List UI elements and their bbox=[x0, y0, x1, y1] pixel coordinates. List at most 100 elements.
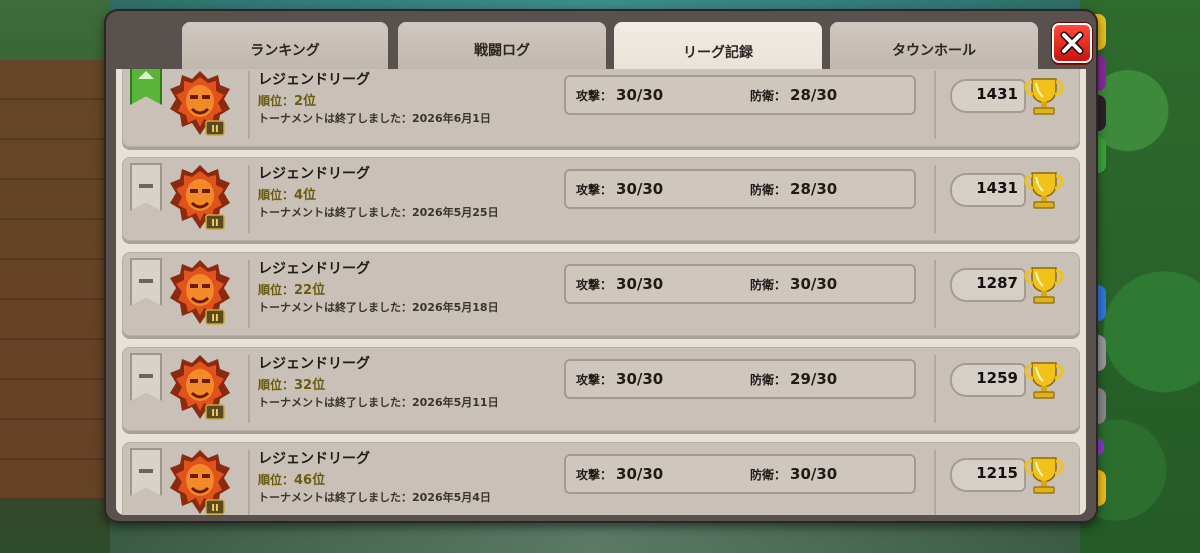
league-record-row: II レジェンドリーグ 順位：32位 トーナメントは終了しました：2026年5月… bbox=[122, 347, 1080, 431]
rank-label: 順位： bbox=[258, 94, 295, 108]
row-divider bbox=[934, 355, 936, 423]
badge-level-label: II bbox=[211, 313, 218, 324]
attack-defense-box: 攻撃： 30/30 防衛： 30/30 bbox=[564, 454, 916, 494]
attack-label: 攻撃： bbox=[576, 468, 613, 482]
trophy-icon bbox=[1024, 267, 1064, 304]
trophy-count: 1259 bbox=[976, 369, 1018, 387]
trophy-count: 1431 bbox=[976, 179, 1018, 197]
attack-stat: 攻撃： 30/30 bbox=[576, 465, 663, 483]
league-record-row: II レジェンドリーグ 順位：4位 トーナメントは終了しました：2026年5月2… bbox=[122, 157, 1080, 241]
attack-defense-box: 攻撃： 30/30 防衛： 28/30 bbox=[564, 169, 916, 209]
trophy-count-box: 1259 bbox=[950, 363, 1026, 397]
tab-town-hall-label: タウンホール bbox=[892, 43, 976, 59]
tab-ranking-label: ランキング bbox=[250, 43, 320, 59]
attack-defense-box: 攻撃： 30/30 防衛： 28/30 bbox=[564, 75, 916, 115]
trophy-icon bbox=[1024, 457, 1064, 494]
rank-label: 順位： bbox=[258, 188, 295, 202]
trophy-count-box: 1431 bbox=[950, 79, 1026, 113]
defense-value: 30/30 bbox=[790, 275, 838, 293]
attack-defense-box: 攻撃： 30/30 防衛： 30/30 bbox=[564, 264, 916, 304]
rank-line: 順位：22位 bbox=[258, 279, 325, 298]
legend-league-badge-icon: II bbox=[170, 450, 230, 515]
defense-stat: 防衛： 30/30 bbox=[750, 465, 837, 483]
attack-value: 30/30 bbox=[616, 370, 664, 388]
tab-battle-log-label: 戦闘ログ bbox=[474, 43, 530, 59]
trophy-count-box: 1287 bbox=[950, 268, 1026, 302]
rank-line: 順位：4位 bbox=[258, 184, 316, 203]
background-bottom-strip bbox=[110, 523, 1080, 553]
defense-value: 28/30 bbox=[790, 180, 838, 198]
row-divider bbox=[248, 450, 250, 515]
legend-league-badge-icon: II bbox=[170, 355, 230, 420]
league-name: レジェンドリーグ bbox=[258, 166, 370, 182]
rank-change-banner bbox=[130, 69, 162, 105]
rank-change-banner bbox=[130, 163, 162, 211]
trophy-icon bbox=[1024, 78, 1064, 115]
attack-stat: 攻撃： 30/30 bbox=[576, 370, 663, 388]
attack-value: 30/30 bbox=[616, 180, 664, 198]
row-divider bbox=[934, 71, 936, 139]
row-divider bbox=[934, 260, 936, 328]
league-record-row: II レジェンドリーグ 順位：22位 トーナメントは終了しました：2026年5月… bbox=[122, 252, 1080, 336]
trophy-icon bbox=[1024, 172, 1064, 209]
defense-label: 防衛： bbox=[750, 468, 787, 482]
league-history-window: ランキング 戦闘ログ リーグ記録 タウンホール II レジェンドリーグ 順位：2… bbox=[104, 9, 1098, 523]
attack-value: 30/30 bbox=[616, 465, 664, 483]
rank-line: 順位：46位 bbox=[258, 469, 325, 488]
defense-stat: 防衛： 28/30 bbox=[750, 86, 837, 104]
attack-defense-box: 攻撃： 30/30 防衛： 29/30 bbox=[564, 359, 916, 399]
trophy-count: 1431 bbox=[976, 85, 1018, 103]
attack-label: 攻撃： bbox=[576, 373, 613, 387]
tournament-ended-text: トーナメントは終了しました：2026年5月4日 bbox=[258, 491, 491, 504]
legend-league-badge-icon: II bbox=[170, 165, 230, 230]
legend-league-badge-icon: II bbox=[170, 71, 230, 136]
defense-label: 防衛： bbox=[750, 183, 787, 197]
rank-change-banner bbox=[130, 448, 162, 496]
badge-level-label: II bbox=[211, 124, 218, 135]
row-divider bbox=[934, 165, 936, 233]
league-record-row: II レジェンドリーグ 順位：46位 トーナメントは終了しました：2026年5月… bbox=[122, 442, 1080, 515]
rank-line: 順位：2位 bbox=[258, 90, 316, 109]
league-history-list[interactable]: II レジェンドリーグ 順位：2位 トーナメントは終了しました：2026年6月1… bbox=[116, 69, 1086, 515]
league-name: レジェンドリーグ bbox=[258, 261, 370, 277]
rank-change-banner bbox=[130, 258, 162, 306]
attack-label: 攻撃： bbox=[576, 278, 613, 292]
badge-level-label: II bbox=[211, 503, 218, 514]
tournament-ended-text: トーナメントは終了しました：2026年5月11日 bbox=[258, 396, 499, 409]
rank-value: 22位 bbox=[294, 283, 326, 298]
attack-value: 30/30 bbox=[616, 86, 664, 104]
league-record-row: II レジェンドリーグ 順位：2位 トーナメントは終了しました：2026年6月1… bbox=[122, 69, 1080, 147]
rank-value: 46位 bbox=[294, 473, 326, 488]
legend-league-badge-icon: II bbox=[170, 260, 230, 325]
trophy-icon bbox=[1024, 362, 1064, 399]
trophy-count: 1215 bbox=[976, 464, 1018, 482]
rank-label: 順位： bbox=[258, 473, 295, 487]
close-button[interactable] bbox=[1052, 23, 1092, 63]
attack-label: 攻撃： bbox=[576, 89, 613, 103]
badge-level-label: II bbox=[211, 408, 218, 419]
defense-value: 29/30 bbox=[790, 370, 838, 388]
attack-stat: 攻撃： 30/30 bbox=[576, 275, 663, 293]
rank-label: 順位： bbox=[258, 378, 295, 392]
attack-value: 30/30 bbox=[616, 275, 664, 293]
attack-label: 攻撃： bbox=[576, 183, 613, 197]
rank-change-banner bbox=[130, 353, 162, 401]
defense-label: 防衛： bbox=[750, 89, 787, 103]
tournament-ended-text: トーナメントは終了しました：2026年6月1日 bbox=[258, 112, 491, 125]
rank-label: 順位： bbox=[258, 283, 295, 297]
league-name: レジェンドリーグ bbox=[258, 451, 370, 467]
rank-value: 32位 bbox=[294, 378, 326, 393]
defense-stat: 防衛： 28/30 bbox=[750, 180, 837, 198]
row-divider bbox=[248, 355, 250, 423]
trophy-count-box: 1215 bbox=[950, 458, 1026, 492]
tournament-ended-text: トーナメントは終了しました：2026年5月25日 bbox=[258, 206, 499, 219]
row-divider bbox=[934, 450, 936, 515]
trophy-count-box: 1431 bbox=[950, 173, 1026, 207]
badge-level-label: II bbox=[211, 218, 218, 229]
attack-stat: 攻撃： 30/30 bbox=[576, 180, 663, 198]
league-name: レジェンドリーグ bbox=[258, 356, 370, 372]
defense-stat: 防衛： 29/30 bbox=[750, 370, 837, 388]
trophy-count: 1287 bbox=[976, 274, 1018, 292]
row-divider bbox=[248, 71, 250, 139]
attack-stat: 攻撃： 30/30 bbox=[576, 86, 663, 104]
